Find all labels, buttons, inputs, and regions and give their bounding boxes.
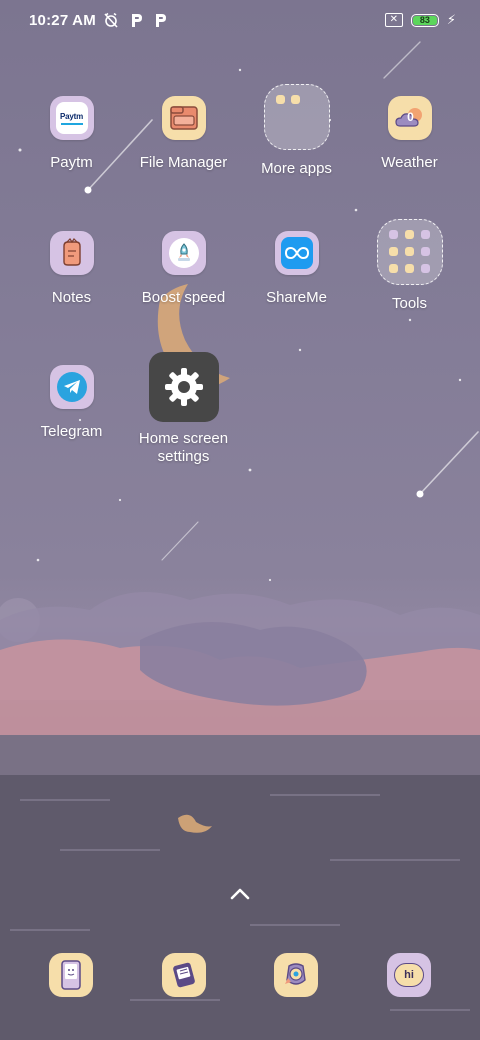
app-paytm[interactable]: Paytm Paytm (15, 96, 128, 172)
charging-icon: ⚡ (446, 12, 456, 27)
moon-reflection (178, 814, 212, 833)
chat-hi-icon: hi (394, 963, 424, 987)
folder-group-icon (263, 84, 330, 150)
app-label: Paytm (50, 154, 93, 171)
dock-phone[interactable] (49, 953, 93, 997)
app-label: Boost speed (141, 289, 226, 306)
home-screen-settings[interactable]: Home screen settings (127, 352, 240, 466)
folder-more-apps[interactable]: More apps (240, 84, 353, 178)
dock-messages[interactable] (162, 953, 206, 997)
app-label: Home screen settings (138, 430, 229, 465)
app-label: Notes (51, 289, 92, 306)
battery-level: 83 (419, 14, 430, 25)
weather-temp: 0 (407, 110, 414, 124)
clouds-pink (0, 639, 480, 735)
dock-browser[interactable] (274, 953, 318, 997)
phone-icon (61, 960, 81, 990)
app-label: ShareMe (266, 289, 327, 306)
p-notification-icon (132, 14, 142, 27)
app-notes[interactable]: Notes (15, 231, 128, 307)
app-label: More apps (261, 160, 332, 177)
notes-icon (49, 231, 94, 275)
paytm-icon: Paytm (49, 96, 94, 140)
status-bar: 10:27 AM ✕ 83 ⚡ (0, 0, 480, 42)
alarm-off-icon (104, 12, 118, 28)
folder-tools[interactable]: Tools (353, 219, 466, 313)
telegram-icon (49, 365, 94, 409)
no-sim-icon: ✕ (384, 13, 403, 27)
app-weather[interactable]: 0 Weather (353, 96, 466, 172)
app-label: Weather (381, 154, 438, 171)
app-label: File Manager (139, 154, 228, 171)
app-telegram[interactable]: Telegram (15, 365, 128, 441)
battery-icon: 83 (410, 13, 439, 27)
app-label: Tools (391, 295, 428, 312)
app-label: Telegram (40, 423, 103, 440)
messages-icon (173, 962, 195, 988)
folder-icon (161, 96, 206, 140)
folder-group-icon (376, 219, 443, 285)
app-shareme[interactable]: ShareMe (240, 231, 353, 307)
p-notification-icon (156, 14, 166, 27)
app-file-manager[interactable]: File Manager (127, 96, 240, 172)
dock-chat[interactable]: hi (387, 953, 431, 997)
gear-icon (148, 352, 219, 422)
weather-icon: 0 (387, 96, 432, 140)
shareme-icon (274, 231, 319, 275)
status-time: 10:27 AM (29, 12, 96, 29)
clouds-back (0, 592, 480, 700)
planet (0, 598, 40, 642)
app-boost-speed[interactable]: Boost speed (127, 231, 240, 307)
chevron-up-icon[interactable] (229, 887, 251, 901)
boost-speed-icon (161, 231, 206, 275)
clouds-front (140, 622, 367, 706)
browser-icon (285, 963, 306, 985)
